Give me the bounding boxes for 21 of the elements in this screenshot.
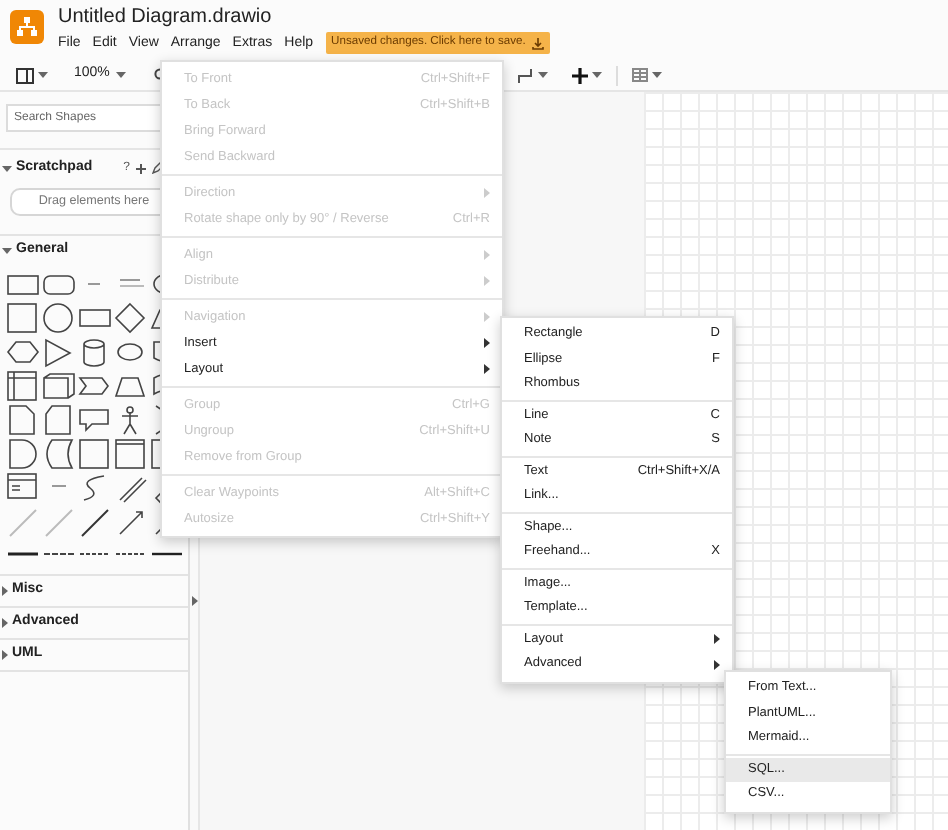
caret-icon <box>38 72 48 78</box>
waypoint-icon <box>517 67 534 83</box>
table-button[interactable] <box>631 68 662 82</box>
app-logo-icon <box>10 10 44 44</box>
caret-icon <box>2 248 12 254</box>
plus-icon <box>571 67 588 83</box>
waypoints-button[interactable] <box>517 67 548 83</box>
caret-icon <box>2 586 8 596</box>
insert-button[interactable] <box>571 67 602 83</box>
caret-icon <box>537 72 548 78</box>
panel-icon <box>16 67 34 83</box>
add-icon[interactable] <box>136 163 146 173</box>
window-title: Untitled Diagram.drawio <box>58 4 274 30</box>
download-icon <box>531 37 544 49</box>
caret-icon <box>591 72 602 78</box>
caret-icon <box>651 72 662 78</box>
caret-icon <box>2 618 8 628</box>
caret-icon <box>2 650 8 660</box>
format-panel-button[interactable] <box>16 67 48 83</box>
table-icon <box>631 68 648 82</box>
caret-icon <box>115 72 126 78</box>
